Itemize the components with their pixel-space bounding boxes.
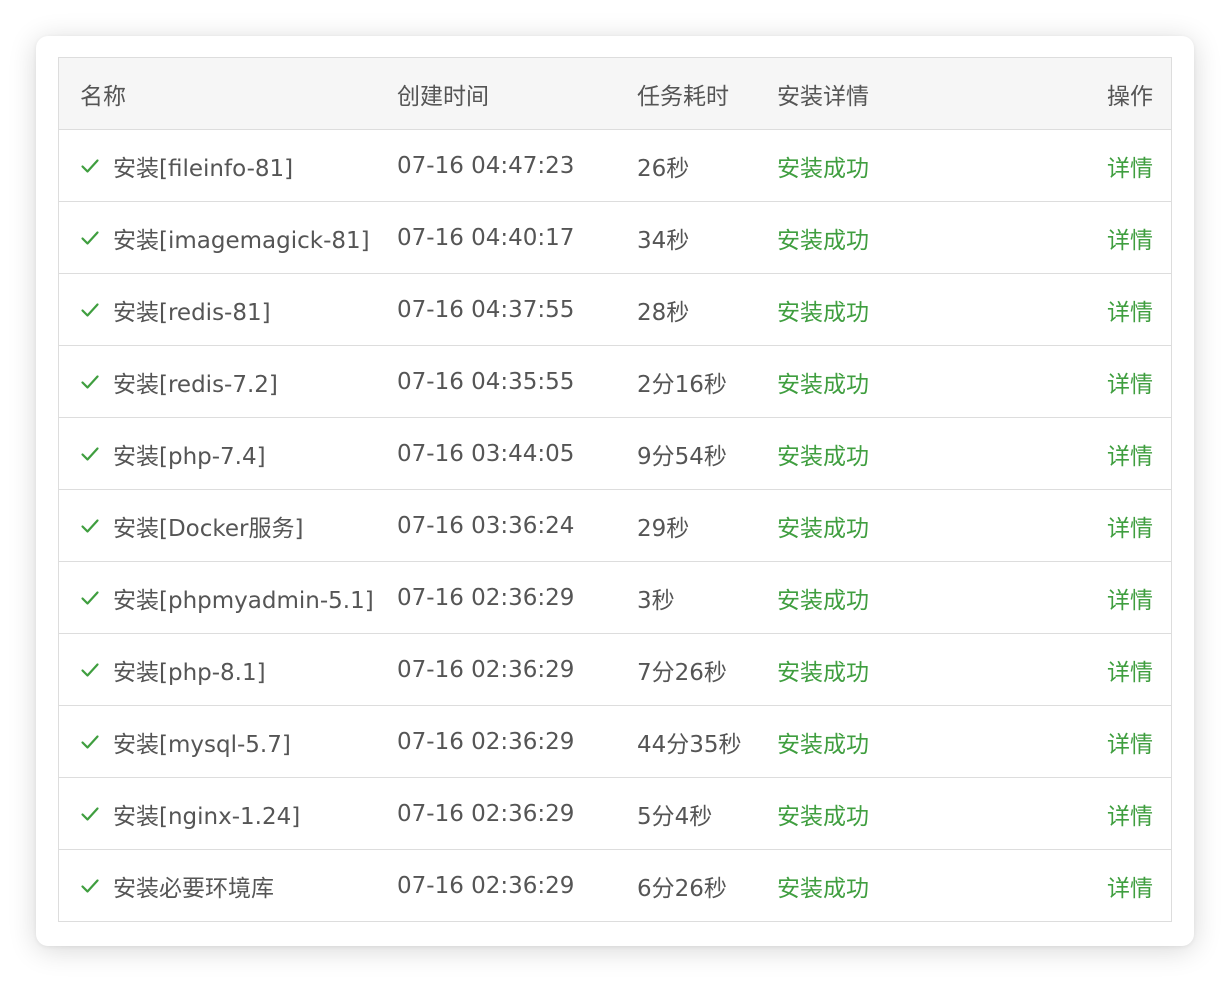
created-time: 07-16 04:35:55	[397, 368, 575, 395]
check-icon	[81, 374, 99, 389]
detail-link[interactable]: 详情	[1107, 804, 1153, 830]
header-name: 名称	[80, 83, 126, 110]
check-icon	[81, 662, 99, 677]
task-name: 安装[mysql-5.7]	[113, 731, 291, 758]
task-duration: 5分4秒	[637, 803, 713, 830]
detail-link[interactable]: 详情	[1107, 300, 1153, 326]
table-body: 安装[fileinfo-81] 07-16 04:47:23 26秒 安装成功 详情 安装…	[59, 129, 1171, 921]
task-name: 安装[fileinfo-81]	[113, 155, 294, 182]
task-name: 安装[php-8.1]	[113, 659, 266, 686]
task-name: 安装[imagemagick-81]	[113, 227, 370, 254]
task-duration: 3秒	[637, 587, 675, 614]
header-duration: 任务耗时	[637, 83, 729, 110]
install-status: 安装成功	[777, 515, 869, 542]
created-time: 07-16 04:47:23	[397, 152, 575, 179]
check-icon	[81, 518, 99, 533]
install-status: 安装成功	[777, 803, 869, 830]
task-duration: 9分54秒	[637, 443, 727, 470]
table-row: 安装[imagemagick-81] 07-16 04:40:17 34秒 安装成功 详…	[59, 201, 1171, 273]
task-duration: 34秒	[637, 227, 690, 254]
created-time: 07-16 04:40:17	[397, 224, 575, 251]
table-row: 安装[redis-81] 07-16 04:37:55 28秒 安装成功 详情	[59, 273, 1171, 345]
detail-link[interactable]: 详情	[1107, 516, 1153, 542]
check-icon	[81, 158, 99, 173]
task-name: 安装[nginx-1.24]	[113, 803, 301, 830]
table-header: 名称 创建时间 任务耗时 安装详情 操作	[59, 58, 1171, 129]
created-time: 07-16 04:37:55	[397, 296, 575, 323]
check-icon	[81, 230, 99, 245]
install-status: 安装成功	[777, 875, 869, 902]
detail-link[interactable]: 详情	[1107, 660, 1153, 686]
detail-link[interactable]: 详情	[1107, 732, 1153, 758]
check-icon	[81, 734, 99, 749]
table-row: 安装[php-7.4] 07-16 03:44:05 9分54秒 安装成功 详情	[59, 417, 1171, 489]
task-duration: 28秒	[637, 299, 690, 326]
install-status: 安装成功	[777, 299, 869, 326]
created-time: 07-16 02:36:29	[397, 872, 575, 899]
created-time: 07-16 03:44:05	[397, 440, 575, 467]
created-time: 07-16 03:36:24	[397, 512, 575, 539]
task-name-cell: 安装[Docker服务]	[59, 509, 397, 543]
task-table: 名称 创建时间 任务耗时 安装详情 操作 安装[fileinfo-81] 07-1…	[58, 57, 1172, 922]
check-icon	[81, 446, 99, 461]
created-time: 07-16 02:36:29	[397, 656, 575, 683]
install-status: 安装成功	[777, 155, 869, 182]
task-duration: 2分16秒	[637, 371, 727, 398]
task-name: 安装[phpmyadmin-5.1]	[113, 587, 374, 614]
detail-link[interactable]: 详情	[1107, 228, 1153, 254]
header-created-time: 创建时间	[397, 83, 489, 110]
task-name-cell: 安装[imagemagick-81]	[59, 221, 397, 255]
created-time: 07-16 02:36:29	[397, 728, 575, 755]
created-time: 07-16 02:36:29	[397, 584, 575, 611]
detail-link[interactable]: 详情	[1107, 156, 1153, 182]
header-action: 操作	[1107, 83, 1153, 110]
check-icon	[81, 806, 99, 821]
check-icon	[81, 878, 99, 893]
task-name: 安装[redis-81]	[113, 299, 271, 326]
task-name: 安装必要环境库	[113, 875, 274, 902]
table-row: 安装必要环境库 07-16 02:36:29 6分26秒 安装成功 详情	[59, 849, 1171, 921]
table-row: 安装[mysql-5.7] 07-16 02:36:29 44分35秒 安装成功 详情	[59, 705, 1171, 777]
install-status: 安装成功	[777, 371, 869, 398]
detail-link[interactable]: 详情	[1107, 372, 1153, 398]
task-name-cell: 安装[mysql-5.7]	[59, 725, 397, 759]
task-name: 安装[php-7.4]	[113, 443, 266, 470]
table-row: 安装[php-8.1] 07-16 02:36:29 7分26秒 安装成功 详情	[59, 633, 1171, 705]
task-name: 安装[Docker服务]	[113, 515, 304, 542]
table-row: 安装[Docker服务] 07-16 03:36:24 29秒 安装成功 详情	[59, 489, 1171, 561]
task-name: 安装[redis-7.2]	[113, 371, 278, 398]
task-name-cell: 安装[phpmyadmin-5.1]	[59, 581, 397, 615]
detail-link[interactable]: 详情	[1107, 588, 1153, 614]
table-row: 安装[fileinfo-81] 07-16 04:47:23 26秒 安装成功 详情	[59, 129, 1171, 201]
task-duration: 7分26秒	[637, 659, 727, 686]
install-status: 安装成功	[777, 731, 869, 758]
install-status: 安装成功	[777, 443, 869, 470]
table-row: 安装[nginx-1.24] 07-16 02:36:29 5分4秒 安装成功 详情	[59, 777, 1171, 849]
task-name-cell: 安装[redis-81]	[59, 293, 397, 327]
check-icon	[81, 302, 99, 317]
task-duration: 6分26秒	[637, 875, 727, 902]
detail-link[interactable]: 详情	[1107, 876, 1153, 902]
task-duration: 26秒	[637, 155, 690, 182]
task-name-cell: 安装[php-7.4]	[59, 437, 397, 471]
task-name-cell: 安装[php-8.1]	[59, 653, 397, 687]
task-name-cell: 安装必要环境库	[59, 869, 397, 903]
created-time: 07-16 02:36:29	[397, 800, 575, 827]
task-name-cell: 安装[fileinfo-81]	[59, 149, 397, 183]
install-status: 安装成功	[777, 227, 869, 254]
header-install-detail: 安装详情	[777, 83, 869, 110]
task-duration: 44分35秒	[637, 731, 742, 758]
table-row: 安装[redis-7.2] 07-16 04:35:55 2分16秒 安装成功 详情	[59, 345, 1171, 417]
detail-link[interactable]: 详情	[1107, 444, 1153, 470]
check-icon	[81, 590, 99, 605]
install-status: 安装成功	[777, 659, 869, 686]
table-row: 安装[phpmyadmin-5.1] 07-16 02:36:29 3秒 安装成功 详情	[59, 561, 1171, 633]
task-name-cell: 安装[nginx-1.24]	[59, 797, 397, 831]
task-list-card: 名称 创建时间 任务耗时 安装详情 操作 安装[fileinfo-81] 07-1…	[36, 36, 1194, 946]
task-duration: 29秒	[637, 515, 690, 542]
install-status: 安装成功	[777, 587, 869, 614]
task-name-cell: 安装[redis-7.2]	[59, 365, 397, 399]
